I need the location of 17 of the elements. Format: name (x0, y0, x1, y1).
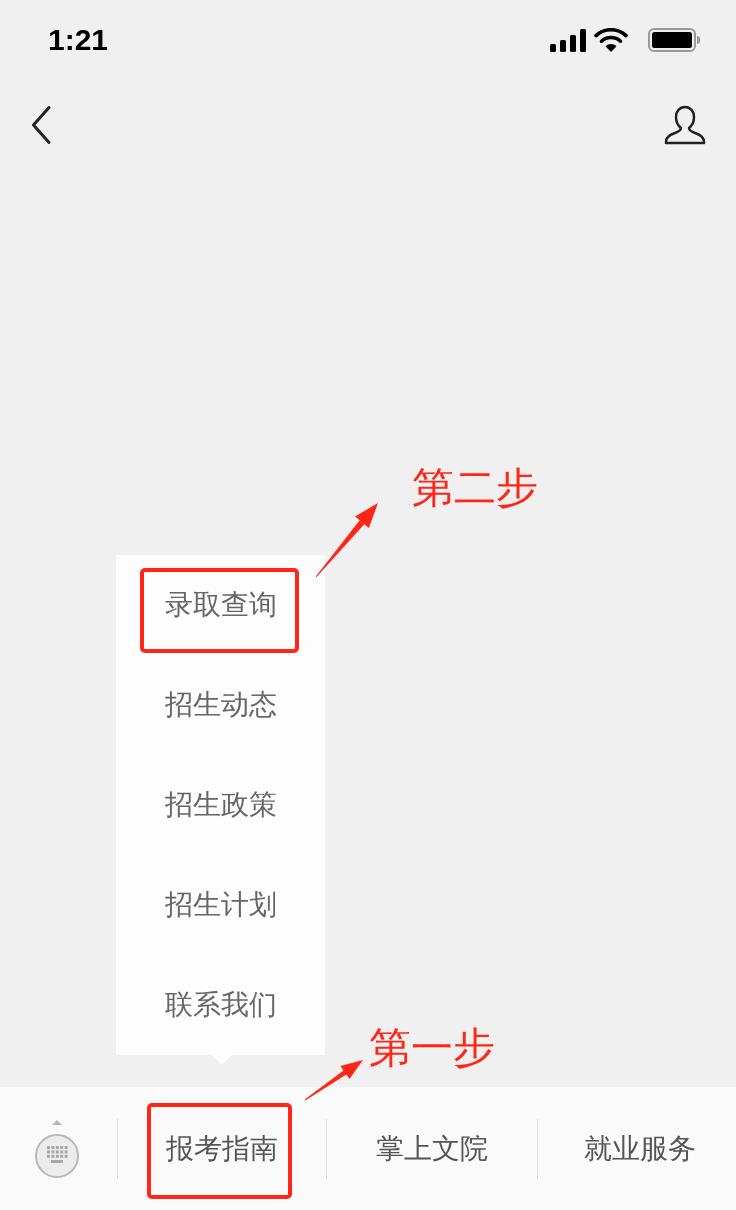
menu-item[interactable]: 招生动态 (116, 655, 325, 755)
tab-item[interactable]: 就业服务 (544, 1087, 736, 1210)
tab-item[interactable]: 报考指南 (118, 1087, 326, 1210)
signal-icon (550, 28, 586, 52)
step-label: 第二步 (412, 467, 538, 509)
wifi-icon (594, 28, 628, 52)
menu-item[interactable]: 联系我们 (116, 955, 325, 1055)
tab-item[interactable]: 掌上文院 (327, 1087, 537, 1210)
menu-item[interactable]: 招生政策 (116, 755, 325, 855)
status-time: 1:21 (48, 25, 109, 55)
step-label: 第一步 (369, 1027, 495, 1069)
back-icon[interactable] (31, 106, 51, 144)
user-icon[interactable] (664, 105, 706, 145)
menu-item[interactable]: 招生计划 (116, 855, 325, 955)
battery-icon (648, 28, 700, 52)
menu-item[interactable]: 录取查询 (116, 555, 325, 655)
annotation-arrow (303, 1058, 365, 1102)
